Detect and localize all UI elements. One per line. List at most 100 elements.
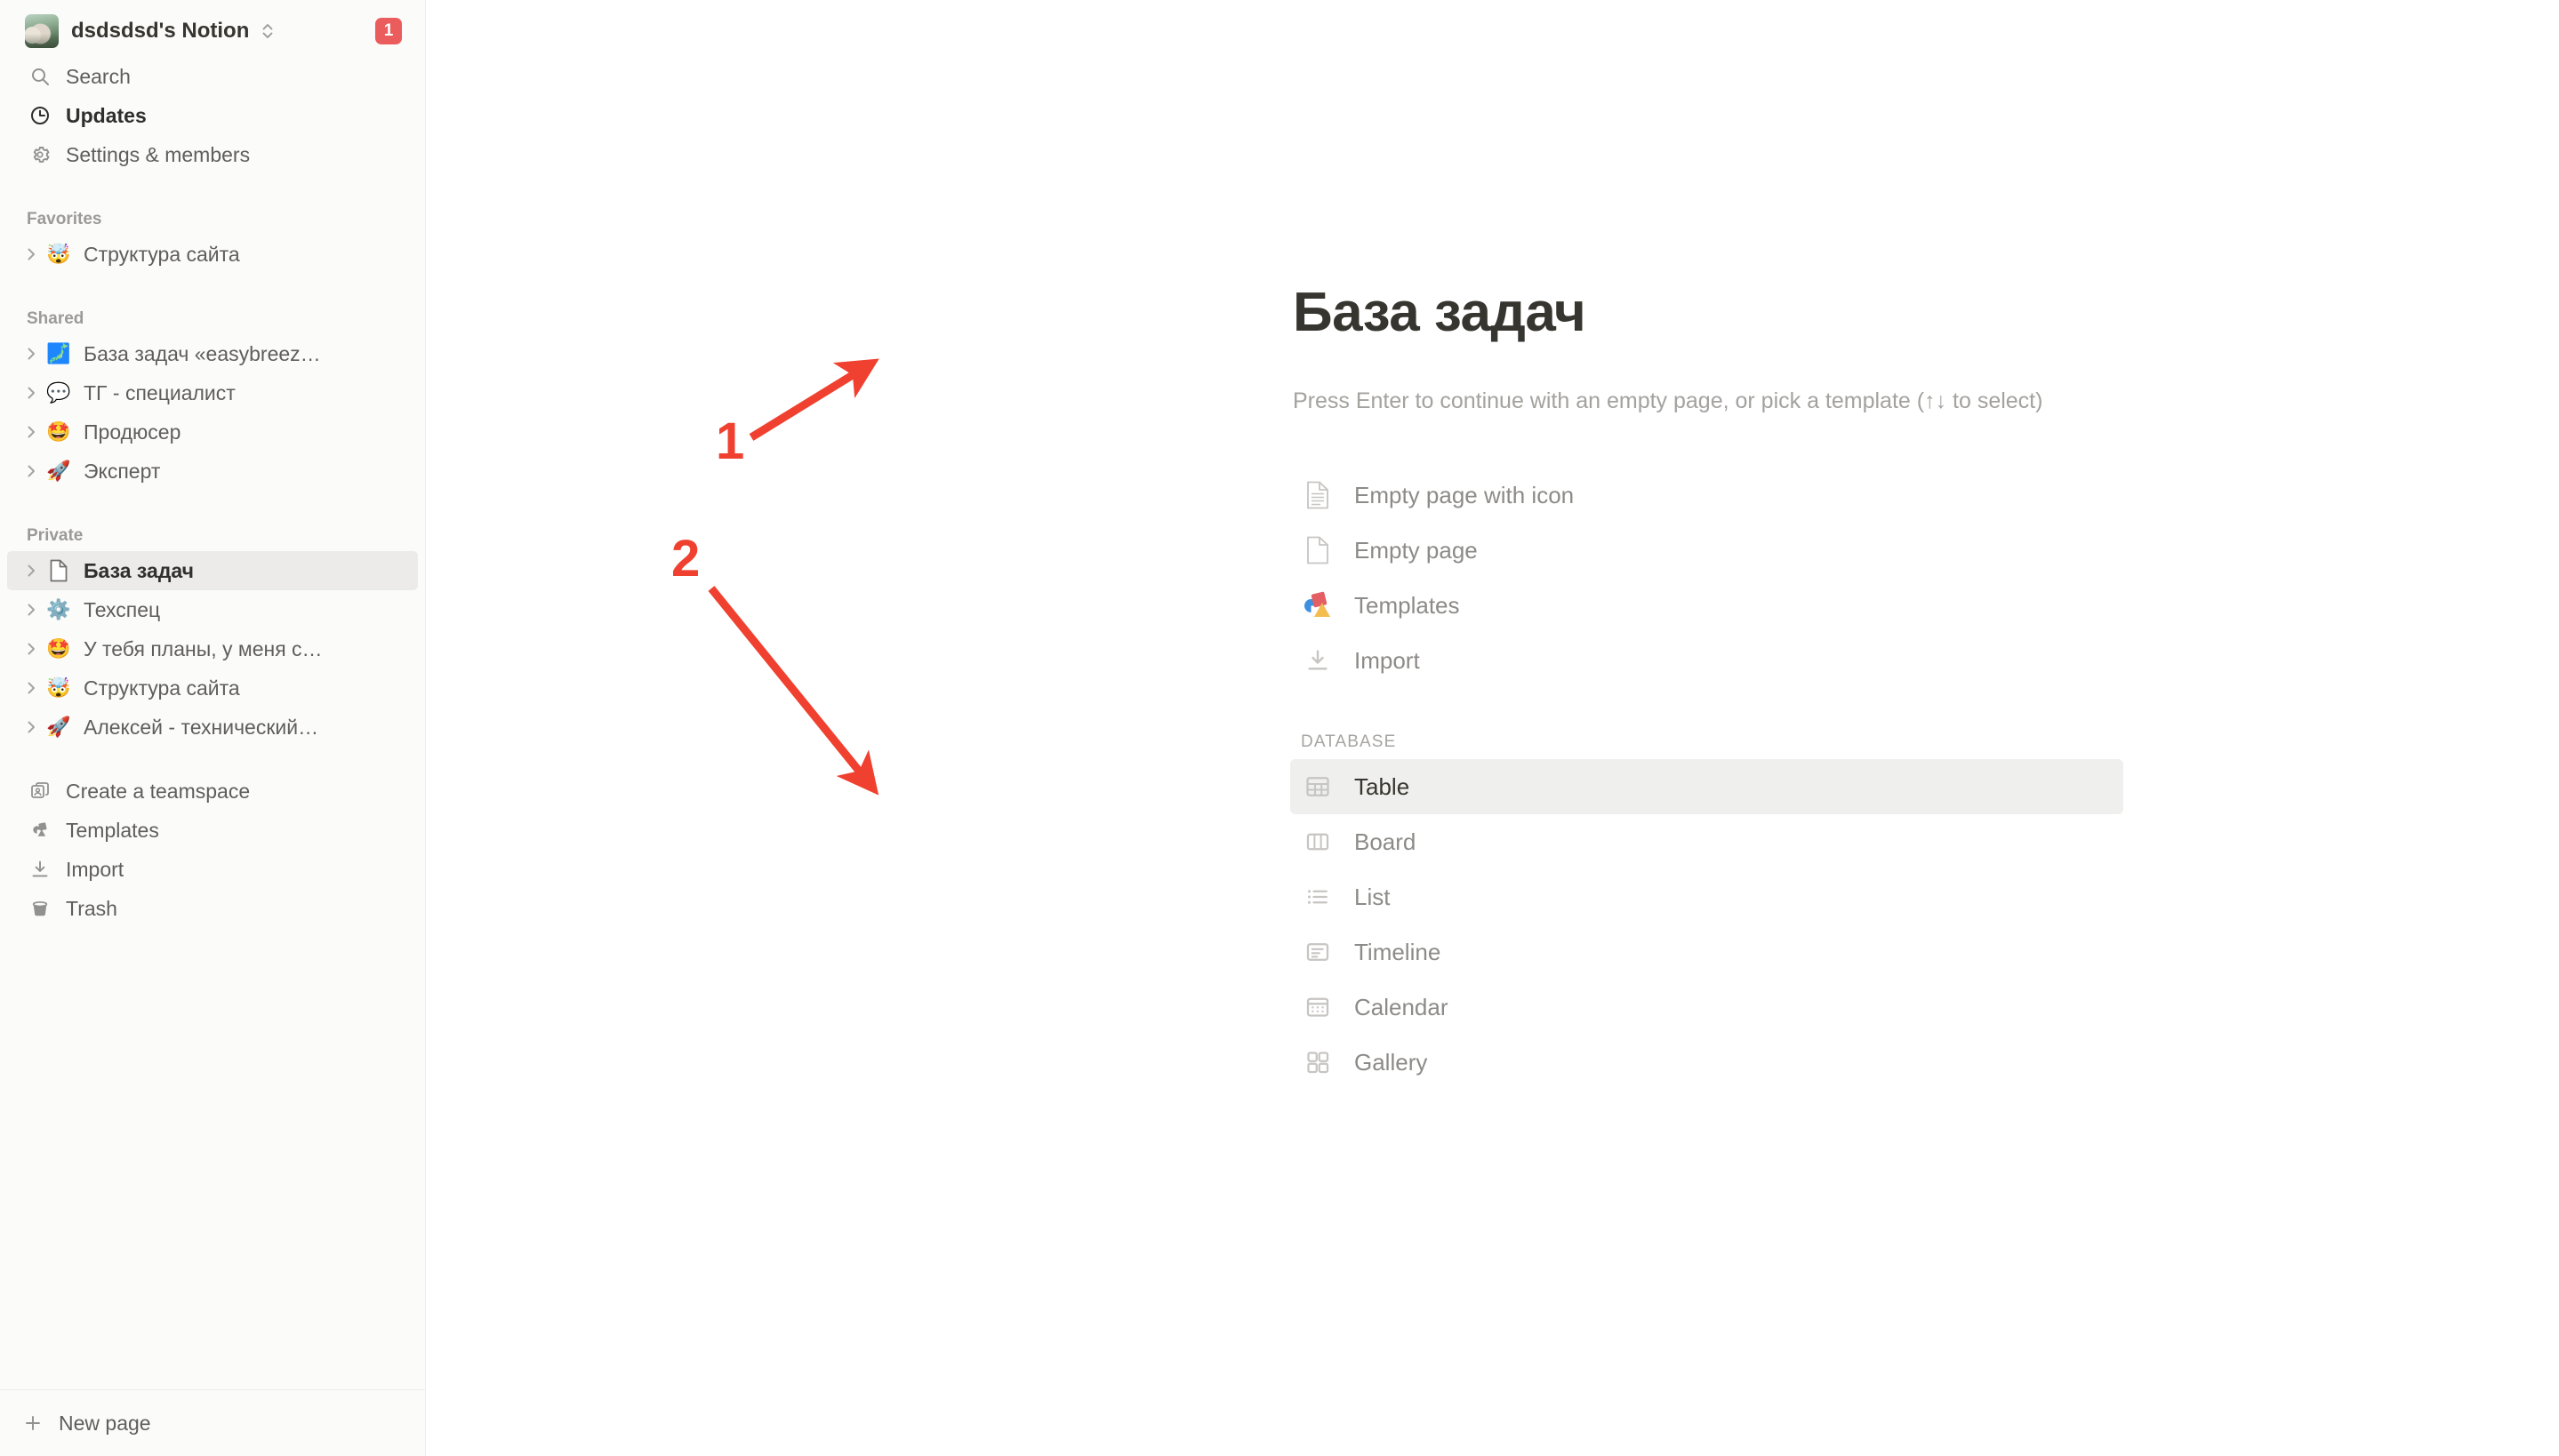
- option-label: List: [1354, 883, 1391, 910]
- option-label: Empty page: [1354, 536, 1478, 564]
- sidebar-page-tehspec[interactable]: ⚙️ Техспец: [7, 590, 418, 629]
- sidebar-item-label: Create a teamspace: [66, 779, 251, 803]
- sidebar-item-label: Import: [66, 857, 124, 881]
- page-title[interactable]: База задач: [1293, 281, 1586, 344]
- blank-page-icon: [1301, 536, 1335, 564]
- chevron-right-icon[interactable]: [20, 385, 43, 401]
- sidebar-item-label: Settings & members: [66, 142, 251, 166]
- sidebar-page-baza-zadach[interactable]: База задач: [7, 551, 418, 590]
- chevron-right-icon[interactable]: [20, 424, 43, 440]
- sidebar-section-shared-title: Shared: [27, 309, 84, 328]
- sidebar-item-updates[interactable]: Updates: [7, 96, 418, 135]
- sidebar-page-label: Структура сайта: [84, 242, 240, 266]
- sidebar-page-ekspert[interactable]: 🚀 Эксперт: [7, 452, 418, 491]
- page-emoji-icon: 💬: [46, 381, 71, 404]
- option-table[interactable]: Table: [1290, 759, 2123, 814]
- calendar-icon: [1301, 994, 1335, 1020]
- chevron-right-icon[interactable]: [20, 719, 43, 735]
- option-board[interactable]: Board: [1290, 814, 2123, 869]
- timeline-icon: [1301, 939, 1335, 965]
- chevron-right-icon[interactable]: [20, 463, 43, 479]
- sidebar-item-search[interactable]: Search: [7, 57, 418, 96]
- new-page-label: New page: [59, 1411, 151, 1435]
- option-gallery[interactable]: Gallery: [1290, 1035, 2123, 1090]
- workspace-name: dsdsdsd's Notion: [71, 19, 250, 43]
- sidebar-page-baza-zadach-easybreeze[interactable]: 🗾 База задач «easybreez…: [7, 334, 418, 373]
- sidebar-page-label: Эксперт: [84, 459, 161, 483]
- sidebar-scroll-area: dsdsdsd's Notion 1 Search Updates Settin…: [0, 0, 425, 1389]
- page-emoji-icon: 🤩: [46, 637, 71, 660]
- sidebar-item-label: Templates: [66, 818, 159, 842]
- templates-color-icon: [1301, 591, 1335, 618]
- page-emoji-icon: 🗾: [46, 342, 71, 364]
- chevron-right-icon[interactable]: [20, 641, 43, 657]
- clock-icon: [27, 105, 53, 126]
- table-icon: [1301, 773, 1335, 800]
- option-list[interactable]: List: [1290, 869, 2123, 924]
- sidebar-page-struktura-sajta-fav[interactable]: 🤯 Структура сайта: [7, 235, 418, 274]
- sidebar-page-label: Продюсер: [84, 420, 181, 444]
- import-icon: [1301, 647, 1335, 674]
- notification-badge[interactable]: 1: [375, 18, 402, 44]
- import-icon: [27, 859, 53, 880]
- page-hint-text: Press Enter to continue with an empty pa…: [1293, 388, 2043, 413]
- template-options-list: Empty page with icon Empty page Template…: [1290, 468, 2559, 1090]
- option-label: Gallery: [1354, 1048, 1428, 1076]
- sidebar-item-trash[interactable]: Trash: [7, 889, 418, 928]
- option-label: Templates: [1354, 591, 1460, 619]
- sidebar-page-label: ТГ - специалист: [84, 380, 236, 404]
- workspace-switcher[interactable]: dsdsdsd's Notion 1: [0, 5, 425, 57]
- chevron-right-icon[interactable]: [20, 346, 43, 362]
- sidebar-page-u-tebya-plany[interactable]: 🤩 У тебя планы, у меня с…: [7, 629, 418, 668]
- page-emoji-icon: 🤯: [46, 676, 71, 699]
- plus-icon: [20, 1412, 46, 1434]
- sidebar-page-label: Структура сайта: [84, 676, 240, 700]
- sidebar-page-prodyuser[interactable]: 🤩 Продюсер: [7, 412, 418, 452]
- page-emoji-icon: 🤩: [46, 420, 71, 443]
- option-label: Table: [1354, 772, 1410, 800]
- chevron-right-icon[interactable]: [20, 246, 43, 262]
- sidebar-footer-items: Create a teamspace Templates Import Tras…: [0, 772, 425, 928]
- option-import[interactable]: Import: [1290, 633, 2123, 688]
- page-emoji-icon: 🚀: [46, 716, 71, 738]
- option-empty-page-with-icon[interactable]: Empty page with icon: [1290, 468, 2123, 523]
- list-icon: [1301, 884, 1335, 910]
- option-label: Empty page with icon: [1354, 481, 1575, 508]
- sidebar-page-label: База задач: [84, 558, 195, 582]
- sidebar-page-tg-specialist[interactable]: 💬 ТГ - специалист: [7, 373, 418, 412]
- notion-app-window: dsdsdsd's Notion 1 Search Updates Settin…: [0, 0, 2559, 1456]
- trash-icon: [27, 898, 53, 919]
- option-label: Import: [1354, 646, 1420, 674]
- chevron-right-icon[interactable]: [20, 680, 43, 696]
- sidebar-page-struktura-sajta-private[interactable]: 🤯 Структура сайта: [7, 668, 418, 708]
- option-label: Calendar: [1354, 993, 1448, 1020]
- sidebar-item-templates[interactable]: Templates: [7, 811, 418, 850]
- chevron-up-down-icon[interactable]: [260, 20, 276, 43]
- sidebar-item-label: Trash: [66, 896, 117, 920]
- sidebar-item-import[interactable]: Import: [7, 850, 418, 889]
- page-with-lines-icon: [1301, 481, 1335, 509]
- option-templates[interactable]: Templates: [1290, 578, 2123, 633]
- chevron-right-icon[interactable]: [20, 602, 43, 618]
- sidebar: dsdsdsd's Notion 1 Search Updates Settin…: [0, 0, 426, 1456]
- sidebar-page-label: База задач «easybreez…: [84, 341, 321, 365]
- gear-icon: [27, 144, 53, 165]
- chevron-right-icon[interactable]: [20, 563, 43, 579]
- sidebar-page-label: Техспец: [84, 597, 161, 621]
- sidebar-page-aleksej-tehnicheskij[interactable]: 🚀 Алексей - технический…: [7, 708, 418, 747]
- option-timeline[interactable]: Timeline: [1290, 924, 2123, 980]
- option-label: Board: [1354, 828, 1416, 855]
- page-emoji-icon: ⚙️: [46, 598, 71, 620]
- database-section-title: DATABASE: [1301, 732, 1397, 751]
- sidebar-item-settings-members[interactable]: Settings & members: [7, 135, 418, 174]
- sidebar-item-label: Search: [66, 64, 131, 88]
- sidebar-page-label: У тебя планы, у меня с…: [84, 636, 323, 660]
- board-icon: [1301, 828, 1335, 855]
- option-calendar[interactable]: Calendar: [1290, 980, 2123, 1035]
- page-document-icon: [44, 559, 73, 582]
- sidebar-page-label: Алексей - технический…: [84, 715, 319, 739]
- sidebar-item-create-teamspace[interactable]: Create a teamspace: [7, 772, 418, 811]
- option-empty-page[interactable]: Empty page: [1290, 523, 2123, 578]
- new-page-button[interactable]: New page: [0, 1390, 425, 1456]
- teamspace-icon: [27, 780, 53, 802]
